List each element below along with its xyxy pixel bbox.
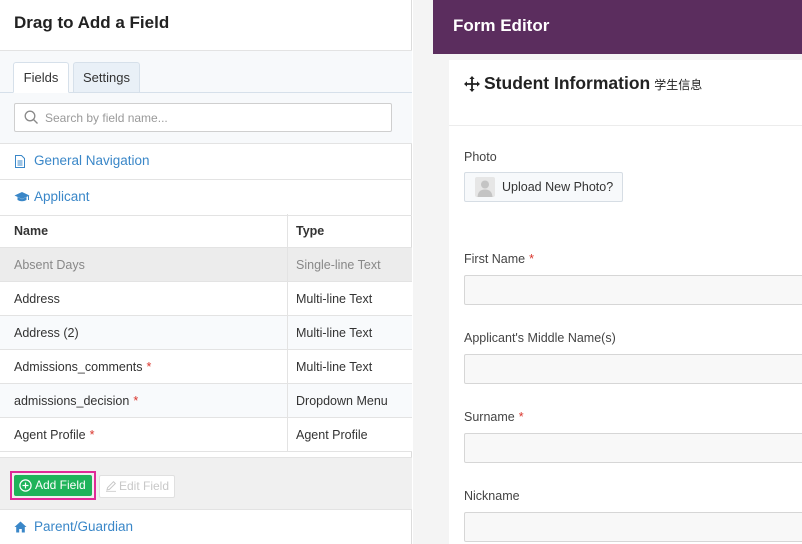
search-icon (24, 110, 38, 124)
panel-title: Drag to Add a Field (14, 13, 170, 32)
plus-circle-icon (19, 479, 32, 492)
section-label: Applicant (34, 189, 90, 204)
form-section-card: Student Information 学生信息 Photo Upload New… (449, 60, 802, 544)
field-type: Dropdown Menu (296, 394, 388, 408)
user-avatar-icon (475, 177, 495, 197)
field-name: admissions_decision * (14, 394, 139, 408)
section-parent-guardian[interactable]: Parent/Guardian (0, 509, 412, 544)
graduation-cap-icon (14, 192, 30, 202)
section-title: Student Information 学生信息 (484, 73, 703, 93)
search-box[interactable] (14, 103, 392, 132)
fields-table: Name Type Absent Days Single-line Text A… (0, 214, 412, 452)
field-type: Agent Profile (296, 428, 368, 442)
section-header[interactable]: Student Information 学生信息 (449, 60, 802, 126)
surname-field[interactable] (464, 433, 802, 463)
table-row[interactable]: Absent Days Single-line Text (0, 248, 412, 282)
column-header-name: Name (14, 224, 49, 238)
required-marker: * (529, 252, 534, 266)
tab-fields[interactable]: Fields (13, 62, 69, 93)
first-name-label: First Name * (464, 252, 534, 266)
table-row[interactable]: Address Multi-line Text (0, 282, 412, 316)
document-icon (15, 155, 25, 168)
table-row[interactable]: Admissions_comments * Multi-line Text (0, 350, 412, 384)
field-name: Address (14, 292, 60, 306)
middle-name-field[interactable] (464, 354, 802, 384)
section-general-navigation[interactable]: General Navigation (0, 144, 412, 180)
column-header-type: Type (296, 224, 325, 238)
edit-field-button[interactable]: Edit Field (99, 475, 175, 498)
add-field-button[interactable]: Add Field (14, 475, 92, 496)
required-marker: * (146, 360, 152, 374)
form-editor-header: Form Editor (433, 0, 802, 54)
add-field-label: Add Field (35, 478, 86, 492)
section-subtitle: 学生信息 (654, 78, 703, 92)
field-type: Multi-line Text (296, 326, 373, 340)
field-type: Multi-line Text (296, 292, 373, 306)
surname-label: Surname * (464, 410, 524, 424)
required-marker: * (133, 394, 139, 408)
table-header-row: Name Type (0, 214, 412, 248)
field-name: Agent Profile * (14, 428, 95, 442)
home-icon (14, 521, 27, 533)
section-applicant[interactable]: Applicant (0, 180, 412, 216)
upload-photo-label: Upload New Photo? (502, 180, 614, 194)
middle-name-label: Applicant's Middle Name(s) (464, 331, 616, 345)
field-library-panel: Drag to Add a Field Fields Settings Gene… (0, 0, 412, 544)
field-name: Absent Days (14, 258, 85, 272)
photo-label: Photo (464, 150, 497, 164)
field-type: Multi-line Text (296, 360, 373, 374)
tab-settings[interactable]: Settings (73, 62, 140, 93)
field-actions-bar: Add Field Edit Field (0, 457, 412, 509)
nickname-label: Nickname (464, 489, 520, 503)
pencil-icon (106, 480, 117, 492)
search-input[interactable] (45, 108, 385, 128)
table-row[interactable]: admissions_decision * Dropdown Menu (0, 384, 412, 418)
required-marker: * (518, 410, 524, 424)
first-name-field[interactable] (464, 275, 802, 305)
table-row[interactable]: Agent Profile * Agent Profile (0, 418, 412, 452)
required-marker: * (89, 428, 95, 442)
edit-field-label: Edit Field (119, 479, 170, 493)
nickname-field[interactable] (464, 512, 802, 542)
field-name: Admissions_comments * (14, 360, 152, 374)
upload-photo-button[interactable]: Upload New Photo? (464, 172, 623, 202)
add-field-highlight: Add Field (10, 471, 96, 500)
field-name: Address (2) (14, 326, 79, 340)
move-icon[interactable] (464, 76, 480, 92)
section-label: General Navigation (34, 153, 150, 168)
table-row[interactable]: Address (2) Multi-line Text (0, 316, 412, 350)
tabs-area: Fields Settings (0, 51, 412, 144)
form-editor-title: Form Editor (453, 16, 550, 35)
section-label: Parent/Guardian (34, 519, 134, 534)
field-type: Single-line Text (296, 258, 381, 272)
